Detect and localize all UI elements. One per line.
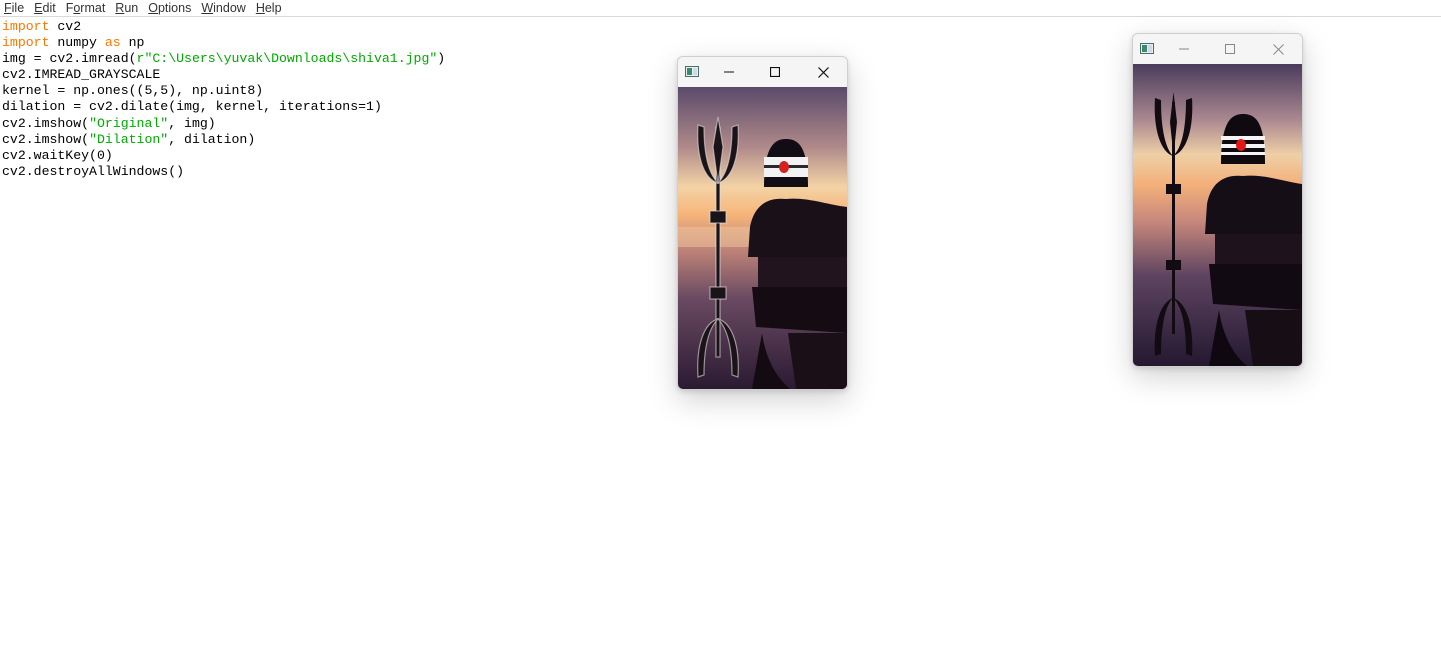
- maximize-icon: [770, 67, 780, 77]
- code-line: img = cv2.imread(r"C:\Users\yuvak\Downlo…: [2, 51, 445, 67]
- image-display: [1133, 64, 1302, 366]
- close-button[interactable]: [800, 57, 846, 87]
- menu-item[interactable]: Edit: [30, 1, 62, 15]
- menu-item-text: ile: [11, 1, 25, 15]
- menu-item[interactable]: Help: [252, 1, 288, 15]
- menu-item-text: elp: [264, 1, 282, 15]
- code-editor[interactable]: import cv2 import numpy as np img = cv2.im…: [2, 19, 445, 180]
- menu-item[interactable]: Run: [111, 1, 144, 15]
- opencv-window-icon: [1140, 43, 1154, 54]
- menu-item-accelerator: O: [148, 1, 158, 15]
- code-line: cv2.imshow("Dilation", dilation): [2, 132, 445, 148]
- menu-item-accelerator: H: [255, 1, 265, 15]
- window-titlebar[interactable]: [1133, 34, 1302, 64]
- code-keyword: as: [104, 35, 121, 51]
- close-icon: [817, 66, 829, 78]
- maximize-button[interactable]: [752, 57, 798, 87]
- code-string: r"C:\Users\yuvak\Downloads\shiva1.jpg": [136, 51, 438, 67]
- dilation-window[interactable]: [677, 56, 848, 390]
- close-icon: [1272, 43, 1284, 55]
- code-line: cv2.imshow("Original", img): [2, 116, 445, 132]
- code-line: kernel = np.ones((5,5), np.uint8): [2, 83, 445, 99]
- code-text: cv2.imshow(: [2, 115, 90, 131]
- original-window[interactable]: [1132, 33, 1303, 367]
- code-line: import cv2: [2, 19, 445, 35]
- opencv-window-icon: [685, 66, 699, 77]
- menu-item-text: indow: [213, 1, 246, 15]
- code-line: cv2.destroyAllWindows(): [2, 164, 445, 180]
- maximize-button[interactable]: [1207, 34, 1253, 64]
- code-text: cv2.destroyAllWindows(): [2, 163, 185, 179]
- code-text: cv2.waitKey(0): [2, 147, 113, 163]
- code-text: dilation = cv2.dilate(img, kernel, itera…: [2, 99, 382, 115]
- close-button[interactable]: [1255, 34, 1301, 64]
- menu-bar: File Edit Format Run Options Window Help: [0, 0, 1441, 17]
- code-line: import numpy as np: [2, 35, 445, 51]
- maximize-icon: [1225, 44, 1235, 54]
- minimize-button[interactable]: [1161, 34, 1207, 64]
- code-keyword: import: [2, 19, 50, 34]
- menu-item[interactable]: Options: [144, 1, 197, 15]
- menu-item-accelerator: R: [115, 1, 125, 15]
- menu-item-text: dit: [42, 1, 56, 15]
- minimize-icon: [1179, 48, 1189, 50]
- menu-item-accelerator: W: [201, 1, 214, 15]
- menu-item-text: rmat: [80, 1, 106, 15]
- dilated-image: [678, 87, 847, 389]
- code-text: cv2.imshow(: [2, 131, 90, 147]
- minimize-button[interactable]: [706, 57, 752, 87]
- menu-item[interactable]: Format: [62, 1, 112, 15]
- original-image: [1133, 64, 1302, 366]
- code-string: "Original": [89, 115, 169, 131]
- code-line: dilation = cv2.dilate(img, kernel, itera…: [2, 99, 445, 115]
- menu-item-text: un: [124, 1, 139, 15]
- code-text: numpy: [49, 35, 105, 51]
- menu-item-accelerator: F: [4, 1, 12, 15]
- code-keyword: import: [2, 35, 50, 51]
- code-text: ): [437, 51, 446, 67]
- image-display: [678, 87, 847, 389]
- menu-item-text: ptions: [157, 1, 192, 15]
- menu-item-accelerator: E: [34, 1, 43, 15]
- code-line: cv2.waitKey(0): [2, 148, 445, 164]
- window-titlebar[interactable]: [678, 57, 847, 87]
- code-text: np: [120, 35, 145, 51]
- code-text: kernel = np.ones((5,5), np.uint8): [2, 83, 264, 99]
- code-text: , img): [168, 115, 216, 131]
- minimize-icon: [724, 71, 734, 73]
- menu-item[interactable]: Window: [197, 1, 251, 15]
- code-text: img = cv2.imread(: [2, 51, 137, 67]
- code-line: cv2.IMREAD_GRAYSCALE: [2, 67, 445, 83]
- code-text: cv2.IMREAD_GRAYSCALE: [2, 67, 161, 83]
- code-string: "Dilation": [89, 131, 169, 147]
- code-text: , dilation): [168, 131, 256, 147]
- code-text: cv2: [49, 19, 82, 34]
- menu-item[interactable]: File: [0, 1, 30, 15]
